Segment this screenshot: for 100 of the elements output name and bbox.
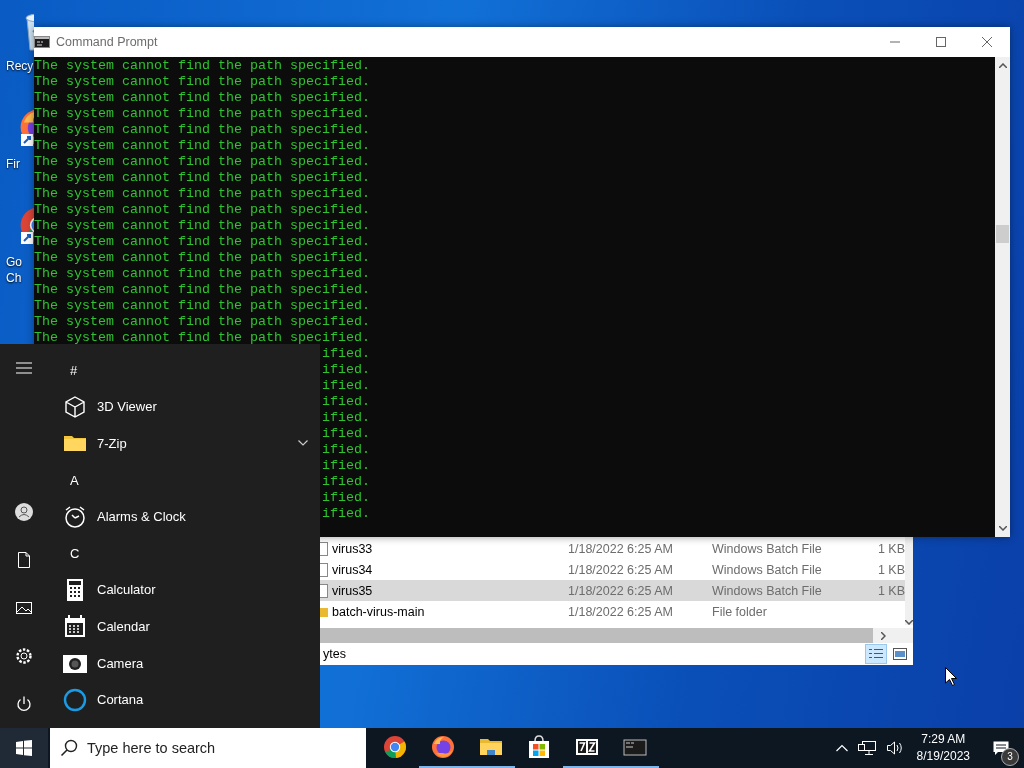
console-line: The system cannot find the path specified. xyxy=(34,202,371,218)
console-line: The system cannot find the path specified. xyxy=(34,122,371,138)
scrollbar[interactable] xyxy=(995,57,1010,537)
console-line: The system cannot find the path specified. xyxy=(34,298,371,314)
settings-icon xyxy=(15,647,33,665)
console-line: The system cannot find the path specified. xyxy=(34,282,371,298)
start-button[interactable] xyxy=(0,728,48,768)
calendar-icon xyxy=(63,614,87,639)
desktop-icon-label[interactable]: Recy xyxy=(4,58,34,74)
maximize-icon xyxy=(936,37,946,47)
file-name: virus35 xyxy=(332,583,373,598)
search-icon xyxy=(60,739,78,757)
console-line: ified. xyxy=(322,474,370,489)
console-line: The system cannot find the path specified. xyxy=(34,138,371,154)
file-icon xyxy=(318,541,328,556)
console-line: ified. xyxy=(322,362,370,377)
console-line: The system cannot find the path specified. xyxy=(34,154,371,170)
file-type: Windows Batch File xyxy=(712,541,823,556)
details-view-icon xyxy=(869,648,883,660)
user-avatar-icon xyxy=(15,503,33,521)
console-line: ified. xyxy=(322,410,370,425)
section-letter[interactable]: # xyxy=(70,362,78,378)
file-date: 1/18/2022 6:25 AM xyxy=(568,541,674,556)
file-name: batch-virus-main xyxy=(332,604,425,619)
app-list-item[interactable]: Calendar xyxy=(48,608,308,645)
console-line: The system cannot find the path specified. xyxy=(34,74,371,90)
file-icon xyxy=(318,583,328,598)
console-app-icon xyxy=(34,36,50,48)
console-line: ified. xyxy=(322,394,370,409)
mouse-pointer-icon xyxy=(945,667,957,686)
app-list-item[interactable]: Cortana xyxy=(48,681,308,718)
file-name: virus33 xyxy=(332,541,373,556)
file-date: 1/18/2022 6:25 AM xyxy=(568,583,674,598)
close-icon xyxy=(982,37,992,47)
console-line: ified. xyxy=(322,346,370,361)
file-date: 1/18/2022 6:25 AM xyxy=(568,604,674,619)
console-line: The system cannot find the path specified. xyxy=(34,106,371,122)
file-name: virus34 xyxy=(332,562,373,577)
notification-count-badge: 3 xyxy=(1001,748,1019,766)
file-type: Windows Batch File xyxy=(712,562,823,577)
speaker-icon xyxy=(885,740,904,756)
file-size: 1 KB xyxy=(876,541,905,556)
console-line: ified. xyxy=(322,378,370,393)
scroll-right-icon[interactable] xyxy=(880,631,886,640)
search-field[interactable]: Type here to search xyxy=(50,728,366,768)
store-bag-icon xyxy=(527,735,551,759)
console-line: The system cannot find the path specified. xyxy=(34,170,371,186)
section-letter[interactable]: C xyxy=(70,545,80,561)
file-date: 1/18/2022 6:25 AM xyxy=(568,562,674,577)
file-type: File folder xyxy=(712,604,768,619)
file-row[interactable]: virus33 1/18/2022 6:25 AM Windows Batch File 1 KB xyxy=(310,538,905,559)
scrollbar[interactable] xyxy=(905,537,913,625)
console-line: ified. xyxy=(322,442,370,457)
file-row[interactable]: virus34 1/18/2022 6:25 AM Windows Batch File 1 KB xyxy=(310,559,905,580)
console-line: The system cannot find the path specified. xyxy=(34,90,371,106)
app-list-item[interactable]: Camera xyxy=(48,644,308,682)
console-line: The system cannot find the path specified. xyxy=(34,186,371,202)
console-line: The system cannot find the path specified. xyxy=(34,58,371,74)
scroll-thumb[interactable] xyxy=(996,225,1009,243)
console-line: The system cannot find the path specified. xyxy=(34,266,371,282)
section-letter[interactable]: A xyxy=(70,472,79,488)
menu-icon xyxy=(15,359,33,377)
console-line: The system cannot find the path specified. xyxy=(34,330,371,346)
app-list-item[interactable]: 7-Zip xyxy=(48,425,308,462)
large-icons-icon xyxy=(893,648,907,660)
alarm-clock-icon xyxy=(63,504,87,529)
chrome-icon xyxy=(383,735,407,759)
console-line: ified. xyxy=(322,506,370,521)
notifications-button[interactable]: 3 xyxy=(978,728,1024,768)
file-size: 1 KB xyxy=(876,562,905,577)
scroll-down-icon[interactable] xyxy=(905,620,913,625)
console-line: ified. xyxy=(322,458,370,473)
scroll-down-icon[interactable] xyxy=(998,526,1007,531)
console-line: The system cannot find the path specified. xyxy=(34,234,371,250)
scroll-up-icon[interactable] xyxy=(998,63,1007,68)
window-title: Command Prompt xyxy=(56,35,159,49)
console-line: The system cannot find the path specified. xyxy=(34,218,371,234)
status-text: ytes xyxy=(322,647,347,661)
network-icon xyxy=(857,740,876,756)
desktop-icon-label[interactable]: Go Ch xyxy=(4,254,22,286)
cube-icon xyxy=(63,394,87,419)
app-list-item[interactable]: Alarms & Clock xyxy=(48,498,308,535)
details-view-button[interactable] xyxy=(865,644,887,664)
file-type: Windows Batch File xyxy=(712,583,823,598)
chevron-down-icon[interactable] xyxy=(298,440,308,447)
windows-logo-icon xyxy=(16,740,32,756)
file-icon xyxy=(318,562,328,577)
cortana-ring-icon xyxy=(63,687,87,712)
console-line: The system cannot find the path specified. xyxy=(34,314,371,330)
power-icon xyxy=(15,695,33,713)
image-icon xyxy=(15,599,33,617)
desktop-icon-label[interactable]: Fir xyxy=(4,156,20,172)
firefox-icon xyxy=(431,735,455,759)
file-size: 1 KB xyxy=(876,583,905,598)
app-list-item[interactable]: 3D Viewer xyxy=(48,388,308,426)
console-line: ified. xyxy=(322,426,370,441)
console-line: ified. xyxy=(322,490,370,505)
clock[interactable]: 7:29 AM 8/19/2023 xyxy=(908,731,978,765)
app-list-item[interactable]: Calculator xyxy=(48,571,308,609)
console-line: The system cannot find the path specified. xyxy=(34,250,371,266)
